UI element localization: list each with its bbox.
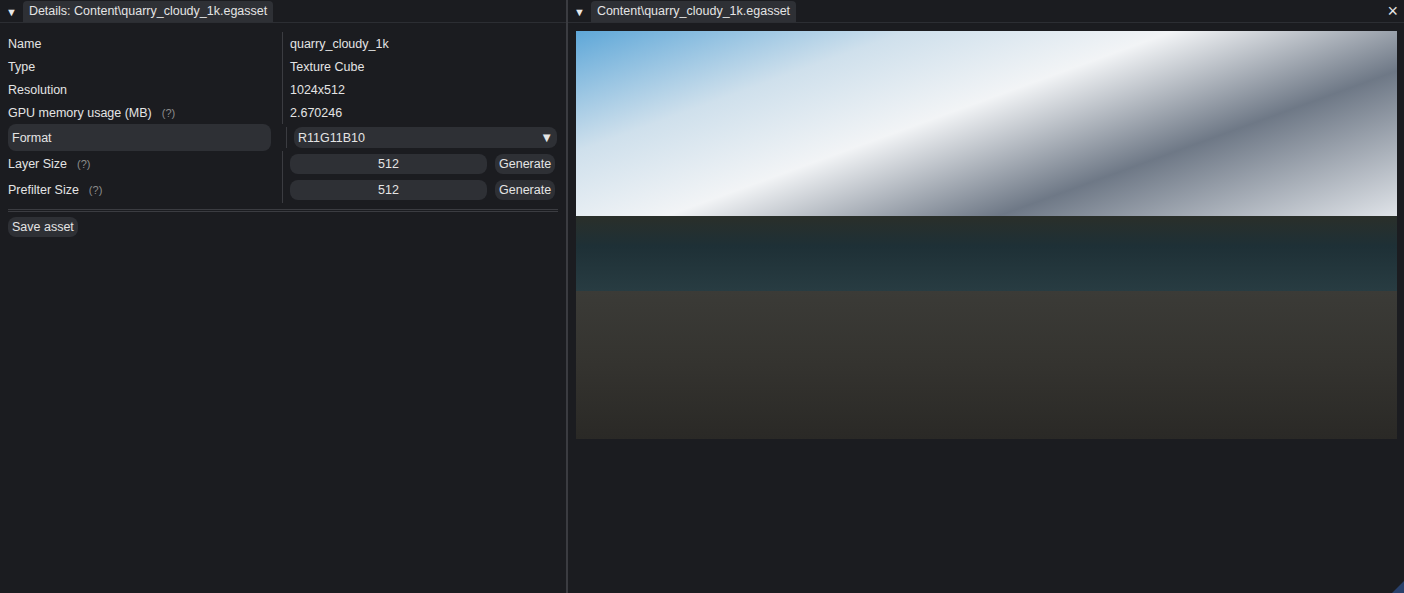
value-text: Texture Cube	[290, 60, 364, 74]
separator	[8, 209, 558, 212]
property-value: 2.670246	[283, 106, 558, 120]
property-label: Type	[8, 55, 283, 78]
details-panel: ▼ Details: Content\quarry_cloudy_1k.egass…	[0, 0, 568, 593]
property-row: GPU memory usage (MB)(?) 2.670246	[8, 101, 558, 124]
generate-button[interactable]: Generate	[495, 180, 555, 200]
property-value: Texture Cube	[283, 60, 558, 74]
help-marker[interactable]: (?)	[89, 184, 102, 196]
property-value: 512 Generate	[283, 154, 558, 174]
size-field: 512 Generate	[290, 180, 553, 200]
property-row: FormatR11G11B10▼	[8, 124, 271, 151]
property-row: Prefilter Size(?) 512 Generate	[8, 177, 558, 203]
property-value: quarry_cloudy_1k	[283, 37, 558, 51]
property-value: 1024x512	[283, 83, 558, 97]
editor-window: ▼ Details: Content\quarry_cloudy_1k.egass…	[0, 0, 1404, 593]
help-marker[interactable]: (?)	[77, 158, 90, 170]
property-row: Layer Size(?) 512 Generate	[8, 151, 558, 177]
close-icon[interactable]: ×	[1381, 1, 1404, 22]
collapse-icon[interactable]: ▼	[6, 6, 17, 22]
property-label: Name	[8, 32, 283, 55]
value-text: 1024x512	[290, 83, 345, 97]
property-row: Resolution 1024x512	[8, 78, 558, 101]
property-value: R11G11B10▼	[287, 127, 294, 148]
panel-tab[interactable]: Content\quarry_cloudy_1k.egasset	[591, 1, 796, 22]
property-row: Type Texture Cube	[8, 55, 558, 78]
size-input[interactable]: 512	[290, 154, 487, 174]
save-button[interactable]: Save asset	[8, 217, 78, 237]
panel-tab[interactable]: Details: Content\quarry_cloudy_1k.egasse…	[23, 1, 273, 22]
help-marker[interactable]: (?)	[162, 107, 175, 119]
size-field: 512 Generate	[290, 154, 553, 174]
property-table: Name quarry_cloudy_1k Type Texture Cube Reso…	[0, 23, 566, 203]
dropdown-arrow-icon: ▼	[540, 130, 553, 145]
panel-header: ▼ Content\quarry_cloudy_1k.egasset ×	[568, 0, 1404, 23]
format-dropdown[interactable]: R11G11B10▼	[294, 127, 557, 148]
property-row: Name quarry_cloudy_1k	[8, 32, 558, 55]
preview-panel: ▼ Content\quarry_cloudy_1k.egasset ×	[568, 0, 1404, 593]
property-label: Layer Size(?)	[8, 151, 283, 177]
property-value: 512 Generate	[283, 180, 558, 200]
property-label: Resolution	[8, 78, 283, 101]
size-input[interactable]: 512	[290, 180, 487, 200]
property-label: Prefilter Size(?)	[8, 177, 283, 203]
collapse-icon[interactable]: ▼	[574, 6, 585, 22]
value-text: quarry_cloudy_1k	[290, 37, 389, 51]
generate-button[interactable]: Generate	[495, 154, 555, 174]
panel-header: ▼ Details: Content\quarry_cloudy_1k.egass…	[0, 0, 566, 23]
texture-preview	[576, 31, 1397, 439]
value-text: 2.670246	[290, 106, 342, 120]
resize-grip-icon[interactable]	[1392, 581, 1404, 593]
property-label: Format	[12, 127, 287, 148]
property-label: GPU memory usage (MB)(?)	[8, 101, 283, 124]
